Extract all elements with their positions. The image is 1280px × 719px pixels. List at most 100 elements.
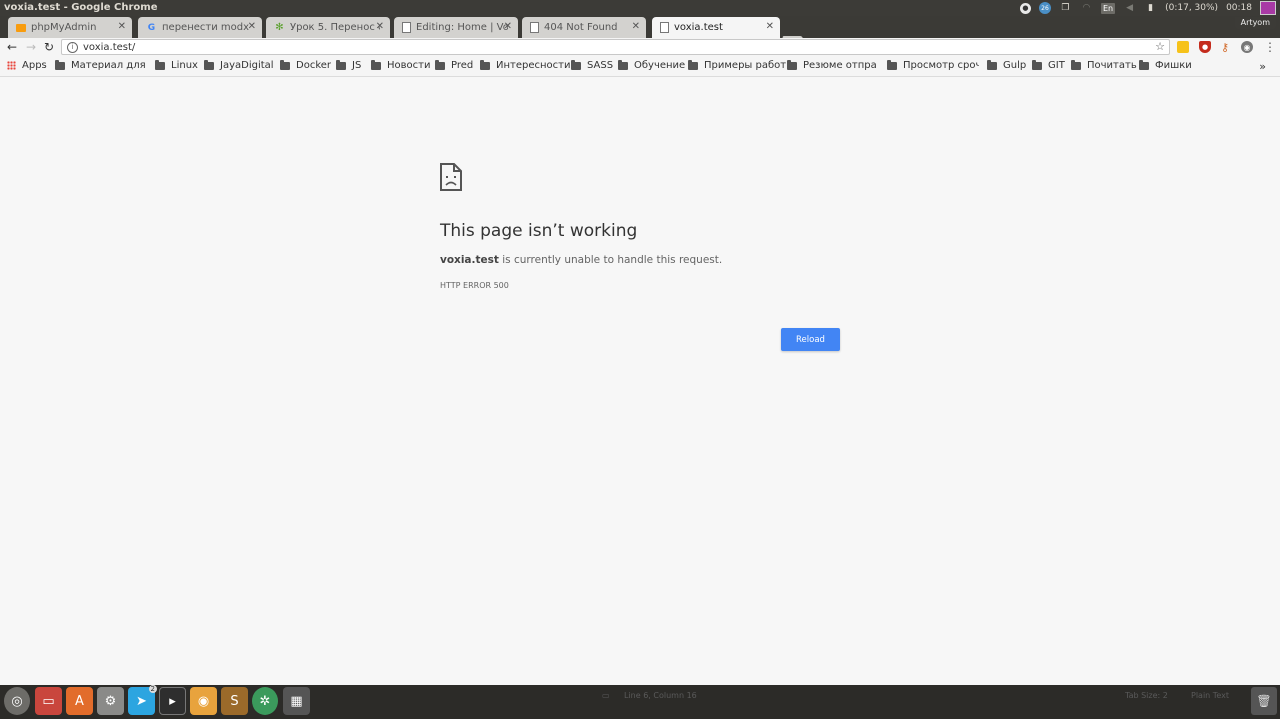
settings-icon[interactable]: ⚙ <box>97 687 124 715</box>
bookmark-label: Apps <box>22 60 47 71</box>
bookmark-label: Примеры работ <box>704 60 787 71</box>
key-icon[interactable]: ⚷ <box>1219 41 1231 54</box>
keyboard-layout[interactable]: En <box>1100 2 1116 14</box>
telegram-icon[interactable]: ➤ 2 <box>128 685 157 715</box>
bookmark-folder[interactable]: SASS <box>571 59 614 71</box>
close-icon[interactable]: ✕ <box>376 21 384 32</box>
browser-toolbar: ← → ↻ i voxia.test/ ☆ ● ⚷ ◉ ⋮ <box>0 38 1280 57</box>
tab-strip: phpMyAdmin ✕ G перенести modx с ✕ ✻ Урок… <box>0 16 1280 47</box>
close-icon[interactable]: ✕ <box>766 21 774 32</box>
extension-gear-icon[interactable]: ◉ <box>1241 41 1253 53</box>
bookmark-label: Новости <box>387 60 431 71</box>
folder-icon <box>618 59 628 70</box>
reload-button[interactable]: Reload <box>781 328 840 351</box>
folder-icon <box>204 59 214 70</box>
bookmark-label: JS <box>352 60 362 71</box>
trash-icon[interactable]: 🗑 <box>1251 687 1277 715</box>
bookmark-folder[interactable]: Обучение <box>618 59 686 71</box>
bookmark-label: Почитать <box>1087 60 1137 71</box>
battery-status[interactable]: (0:17, 30%) <box>1165 3 1218 13</box>
battery-icon[interactable]: ▮ <box>1144 2 1157 15</box>
panel-toggle-icon[interactable]: ▭ <box>602 691 610 700</box>
bookmark-label: SASS <box>587 60 614 71</box>
error-description-text: is currently unable to handle this reque… <box>498 254 723 266</box>
editor-status-bar: ▭ Line 6, Column 16 Tab Size: 2 Plain Te… <box>598 688 1238 704</box>
cursor-position: Line 6, Column 16 <box>624 691 697 700</box>
tab-phpmyadmin[interactable]: phpMyAdmin ✕ <box>8 17 132 38</box>
tab-label: перенести modx с <box>162 22 252 33</box>
workspace-switcher-icon[interactable]: ▦ <box>283 687 310 715</box>
close-icon[interactable]: ✕ <box>504 21 512 32</box>
tab-voxia[interactable]: voxia.test ✕ <box>652 17 780 38</box>
terminal-icon[interactable]: ▸ <box>159 687 186 715</box>
bookmark-folder[interactable]: Примеры работ <box>688 59 787 71</box>
adblock-shield-icon[interactable]: ● <box>1199 41 1211 53</box>
folder-icon <box>688 59 698 70</box>
software-center-icon[interactable]: A <box>66 687 93 715</box>
profile-name[interactable]: Artyom <box>1234 17 1276 29</box>
bookmarks-bar: Apps Материал для р Linux JayaDigital Do… <box>0 57 1280 77</box>
star-icon[interactable]: ☆ <box>1155 40 1165 53</box>
tab-label: voxia.test <box>674 22 723 33</box>
atom-icon[interactable]: ✲ <box>252 687 278 715</box>
bookmark-folder[interactable]: Интересности <box>480 59 570 71</box>
reload-icon[interactable]: ↻ <box>41 39 57 55</box>
bookmark-folder[interactable]: JS <box>336 59 362 71</box>
joomla-icon: ✻ <box>275 22 284 33</box>
window-icon[interactable]: ❐ <box>1059 2 1072 15</box>
folder-icon <box>1032 59 1042 70</box>
close-icon[interactable]: ✕ <box>118 21 126 32</box>
sublime-text-icon[interactable]: S <box>221 687 248 715</box>
bookmark-folder[interactable]: GIT <box>1032 59 1065 71</box>
url-text[interactable]: voxia.test/ <box>83 42 135 53</box>
bookmark-folder[interactable]: Gulp <box>987 59 1026 71</box>
bookmark-folder[interactable]: Фишки <box>1139 59 1192 71</box>
bookmarks-overflow-button[interactable]: » <box>1259 60 1266 73</box>
bookmark-folder[interactable]: Материал для р <box>55 59 149 71</box>
session-icon[interactable] <box>1260 1 1276 15</box>
info-icon[interactable]: i <box>67 41 78 53</box>
address-bar[interactable]: i voxia.test/ ☆ <box>61 39 1170 55</box>
bookmark-label: Обучение <box>634 60 686 71</box>
tab-google-search[interactable]: G перенести modx с ✕ <box>138 17 262 38</box>
menu-icon[interactable]: ⋮ <box>1264 40 1276 54</box>
bookmark-folder[interactable]: Резюме отпра <box>787 59 877 71</box>
bookmark-folder[interactable]: Новости <box>371 59 431 71</box>
bookmark-apps[interactable]: Apps <box>7 60 47 71</box>
ubuntu-dash-icon[interactable]: ◎ <box>4 687 30 715</box>
folder-icon <box>371 59 381 70</box>
wifi-icon[interactable]: ◠ <box>1080 2 1093 15</box>
bookmark-label: JayaDigital <box>220 60 274 71</box>
error-title: This page isn’t working <box>440 221 638 241</box>
close-icon[interactable]: ✕ <box>248 21 256 32</box>
bookmark-label: Linux <box>171 60 198 71</box>
bookmark-folder[interactable]: JayaDigital <box>204 59 274 71</box>
tab-editing-home[interactable]: Editing: Home | Vox ✕ <box>394 17 518 38</box>
error-code: HTTP ERROR 500 <box>440 281 509 290</box>
files-icon[interactable]: ▭ <box>35 687 62 715</box>
bookmark-folder[interactable]: Pred <box>435 59 473 71</box>
close-icon[interactable]: ✕ <box>632 21 640 32</box>
bookmark-label: Материал для р <box>71 60 149 71</box>
chrome-icon[interactable]: ◉ <box>190 687 217 715</box>
tab-404[interactable]: 404 Not Found ✕ <box>522 17 646 38</box>
bookmark-folder[interactable]: Linux <box>155 59 198 71</box>
tab-lesson[interactable]: ✻ Урок 5. Перенос са ✕ <box>266 17 390 38</box>
bookmark-folder[interactable]: Docker <box>280 59 331 71</box>
tab-size[interactable]: Tab Size: 2 <box>1125 691 1168 700</box>
extension-note-icon[interactable] <box>1177 41 1189 53</box>
forward-arrow-icon[interactable]: → <box>23 39 39 55</box>
bookmark-folder[interactable]: Почитать <box>1071 59 1137 71</box>
telegram-badge: 2 <box>148 685 157 693</box>
top-panel: voxia.test - Google Chrome ● 26 ❐ ◠ En ◀… <box>0 0 1280 16</box>
folder-icon <box>336 59 346 70</box>
back-arrow-icon[interactable]: ← <box>4 39 20 55</box>
notification-badge[interactable]: 26 <box>1038 2 1051 14</box>
error-description: voxia.test is currently unable to handle… <box>440 254 722 266</box>
error-page: This page isn’t working voxia.test is cu… <box>0 77 1280 685</box>
bookmark-folder[interactable]: Просмотр сроч <box>887 59 979 71</box>
volume-icon[interactable]: ◀ <box>1123 2 1136 15</box>
record-icon[interactable]: ● <box>1019 2 1031 14</box>
clock[interactable]: 00:18 <box>1226 3 1252 13</box>
syntax-mode[interactable]: Plain Text <box>1191 691 1229 700</box>
